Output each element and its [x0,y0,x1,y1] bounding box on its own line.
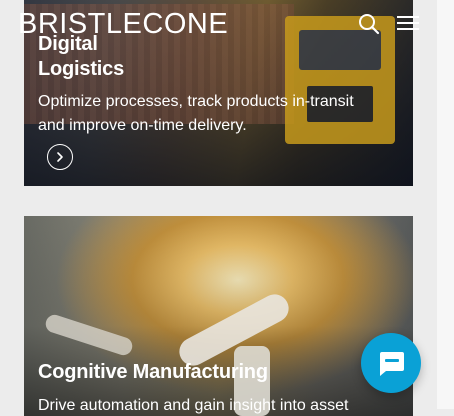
cognitive-manufacturing-card[interactable]: Cognitive Manufacturing Drive automation… [24,216,413,416]
chevron-right-icon [57,152,63,162]
card-description-line1: Optimize processes, track products in-tr… [38,93,354,110]
card-description-line1: Drive automation and gain insight into a… [38,397,349,414]
hamburger-menu-icon[interactable] [397,15,419,36]
search-icon[interactable] [358,13,380,40]
robot-arm-left-decoration [43,312,135,358]
bristlecone-logo[interactable]: BRISTLECONE [18,9,228,39]
scrollbar[interactable] [437,0,454,409]
card-title: Cognitive Manufacturing [38,361,268,383]
chat-widget-button[interactable] [361,333,421,393]
chat-bubble-icon [380,352,404,376]
learn-more-button[interactable] [47,144,73,170]
card-title-line2: Logistics [38,58,124,80]
card-description-line2: and improve on-time delivery. [38,117,247,134]
